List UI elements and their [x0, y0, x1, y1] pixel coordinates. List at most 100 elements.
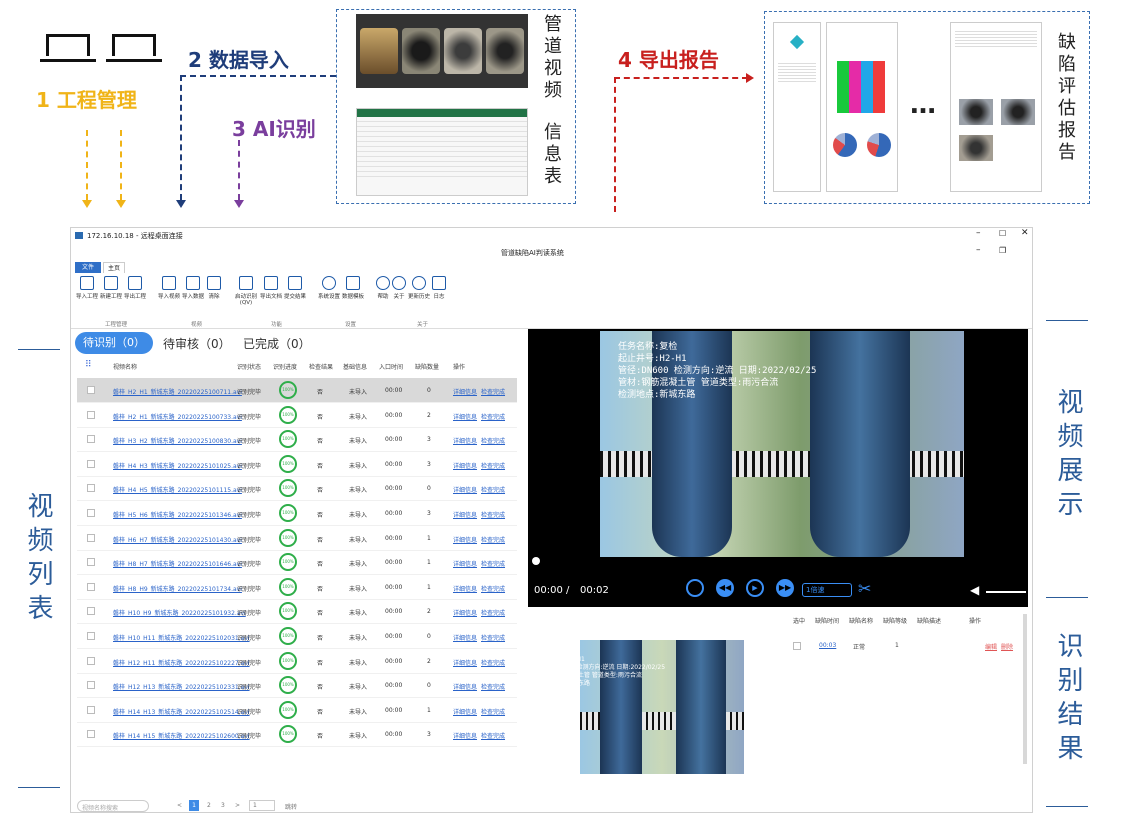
menu-tab-file[interactable]: 文件	[75, 262, 101, 273]
table-row[interactable]: 磐梓_H4_H3_新城东路_20220225101025.avi 识别完毕 100%…	[77, 452, 517, 477]
row-checkbox[interactable]	[87, 730, 95, 739]
check-done-link[interactable]: 检查完成	[481, 387, 505, 396]
seek-handle[interactable]	[532, 557, 540, 565]
row-checkbox[interactable]	[87, 435, 95, 444]
replay-icon[interactable]	[686, 579, 704, 597]
grid-menu-icon[interactable]: ⠿	[85, 360, 92, 370]
video-name-link[interactable]: 磐梓_H2_H1_新城东路_20220225100711.avi	[113, 387, 242, 396]
app-minimize-button[interactable]: –	[976, 245, 981, 255]
close-button[interactable]: ✕	[1021, 228, 1029, 238]
video-name-link[interactable]: 磐梓_H10_H11_新城东路_20220225102031.avi	[113, 633, 250, 642]
video-name-link[interactable]: 磐梓_H12_H13_新城东路_20220225102331.avi	[113, 682, 250, 691]
check-done-link[interactable]: 检查完成	[481, 436, 505, 445]
check-done-link[interactable]: 检查完成	[481, 682, 505, 691]
detail-link[interactable]: 详细信息	[453, 731, 477, 740]
check-done-link[interactable]: 检查完成	[481, 535, 505, 544]
detail-link[interactable]: 详细信息	[453, 510, 477, 519]
speed-select[interactable]: 1倍速	[802, 583, 852, 597]
result-row-checkbox[interactable]	[793, 642, 801, 650]
video-name-link[interactable]: 磐梓_H2_H1_新城东路_20220225100733.avi	[113, 412, 242, 421]
update-history-button[interactable]: 更新历史	[407, 276, 431, 300]
table-row[interactable]: 磐梓_H2_H1_新城东路_20220225100733.avi 识别完毕 100%…	[77, 403, 517, 428]
export-document-button[interactable]: 导出文档	[259, 276, 283, 300]
check-done-link[interactable]: 检查完成	[481, 608, 505, 617]
video-name-link[interactable]: 磐梓_H8_H9_新城东路_20220225101734.avi	[113, 584, 242, 593]
clear-button[interactable]: 清除	[205, 276, 223, 300]
table-row[interactable]: 磐梓_H2_H1_新城东路_20220225100711.avi 识别完毕 100%…	[77, 378, 517, 403]
minimize-button[interactable]: –	[976, 228, 981, 238]
video-name-link[interactable]: 磐梓_H4_H3_新城东路_20220225101025.avi	[113, 461, 242, 470]
video-name-link[interactable]: 磐梓_H5_H6_新城东路_20220225101346.avi	[113, 510, 242, 519]
video-name-link[interactable]: 磐梓_H10_H9_新城东路_20220225101932.avi	[113, 608, 246, 617]
pager-next[interactable]: >	[235, 802, 240, 809]
import-project-button[interactable]: 导入工程	[75, 276, 99, 300]
import-data-button[interactable]: 导入数据	[181, 276, 205, 300]
video-name-link[interactable]: 磐梓_H8_H7_新城东路_20220225101646.avi	[113, 559, 242, 568]
row-checkbox[interactable]	[87, 681, 95, 690]
help-button[interactable]: 帮助	[375, 276, 391, 300]
detail-link[interactable]: 详细信息	[453, 633, 477, 642]
check-done-link[interactable]: 检查完成	[481, 559, 505, 568]
row-checkbox[interactable]	[87, 705, 95, 714]
detail-link[interactable]: 详细信息	[453, 707, 477, 716]
row-checkbox[interactable]	[87, 582, 95, 591]
detail-link[interactable]: 详细信息	[453, 608, 477, 617]
check-done-link[interactable]: 检查完成	[481, 707, 505, 716]
video-name-link[interactable]: 磐梓_H3_H2_新城东路_20220225100830.avi	[113, 436, 242, 445]
detail-link[interactable]: 详细信息	[453, 412, 477, 421]
new-project-button[interactable]: 新建工程	[99, 276, 123, 300]
volume-slider[interactable]	[986, 591, 1026, 593]
tab-done[interactable]: 已完成（0）	[243, 335, 311, 352]
table-row[interactable]: 磐梓_H4_H5_新城东路_20220225101115.avi 识别完毕 100%…	[77, 476, 517, 502]
detail-link[interactable]: 详细信息	[453, 584, 477, 593]
detail-link[interactable]: 详细信息	[453, 485, 477, 494]
volume-icon[interactable]: ◀	[970, 583, 979, 597]
table-row[interactable]: 磐梓_H8_H9_新城东路_20220225101734.avi 识别完毕 100%…	[77, 575, 517, 600]
submit-result-button[interactable]: 提交结果	[283, 276, 307, 300]
row-checkbox[interactable]	[87, 410, 95, 419]
table-row[interactable]: 磐梓_H10_H9_新城东路_20220225101932.avi 识别完毕 100…	[77, 599, 517, 625]
app-restore-button[interactable]: ❐	[999, 246, 1006, 255]
about-button[interactable]: 关于	[391, 276, 407, 300]
forward-icon[interactable]: ▶▶	[776, 579, 794, 597]
video-name-link[interactable]: 磐梓_H14_H13_新城东路_20220225102514.avi	[113, 707, 250, 716]
search-input[interactable]: 视频名称搜索	[77, 800, 149, 812]
scissors-icon[interactable]: ✂	[858, 579, 871, 598]
check-done-link[interactable]: 检查完成	[481, 658, 505, 667]
result-time-link[interactable]: 00:03	[819, 642, 836, 649]
pager-goto-input[interactable]: 1	[249, 800, 275, 811]
check-done-link[interactable]: 检查完成	[481, 584, 505, 593]
video-name-link[interactable]: 磐梓_H14_H15_新城东路_20220225102600.avi	[113, 731, 250, 740]
import-video-button[interactable]: 导入视频	[157, 276, 181, 300]
detail-link[interactable]: 详细信息	[453, 436, 477, 445]
maximize-button[interactable]: ☐	[999, 229, 1006, 238]
pager-page-2[interactable]: 2	[207, 802, 211, 809]
table-row[interactable]: 磐梓_H14_H13_新城东路_20220225102514.avi 识别完毕 10…	[77, 698, 517, 723]
detail-link[interactable]: 详细信息	[453, 559, 477, 568]
check-done-link[interactable]: 检查完成	[481, 731, 505, 740]
check-done-link[interactable]: 检查完成	[481, 633, 505, 642]
start-recognition-button[interactable]: 启动识别(QV)	[233, 276, 259, 306]
delete-link[interactable]: 删除	[1001, 642, 1013, 651]
row-checkbox[interactable]	[87, 607, 95, 616]
row-checkbox[interactable]	[87, 632, 95, 640]
table-row[interactable]: 磐梓_H14_H15_新城东路_20220225102600.avi 识别完毕 10…	[77, 722, 517, 748]
pager-prev[interactable]: <	[177, 802, 182, 809]
table-row[interactable]: 磐梓_H12_H11_新城东路_20220225102227.avi 识别完毕 10…	[77, 649, 517, 674]
table-row[interactable]: 磐梓_H12_H13_新城东路_20220225102331.avi 识别完毕 10…	[77, 673, 517, 699]
detail-link[interactable]: 详细信息	[453, 461, 477, 470]
tab-pending[interactable]: 待识别（0）	[75, 332, 153, 354]
system-settings-button[interactable]: 系统设置	[317, 276, 341, 300]
edit-link[interactable]: 编辑	[985, 642, 997, 651]
menu-tab-home[interactable]: 主页	[103, 262, 125, 273]
row-checkbox[interactable]	[87, 558, 95, 567]
tab-review[interactable]: 待审核（0）	[163, 335, 231, 352]
table-row[interactable]: 磐梓_H5_H6_新城东路_20220225101346.avi 识别完毕 100%…	[77, 501, 517, 526]
detail-link[interactable]: 详细信息	[453, 682, 477, 691]
result-scrollbar[interactable]	[1023, 614, 1027, 764]
table-row[interactable]: 磐梓_H6_H7_新城东路_20220225101430.avi 识别完毕 100%…	[77, 526, 517, 551]
rewind-icon[interactable]: ◀◀	[716, 579, 734, 597]
row-checkbox[interactable]	[87, 533, 95, 542]
play-icon[interactable]: ▶	[746, 579, 764, 597]
check-done-link[interactable]: 检查完成	[481, 510, 505, 519]
